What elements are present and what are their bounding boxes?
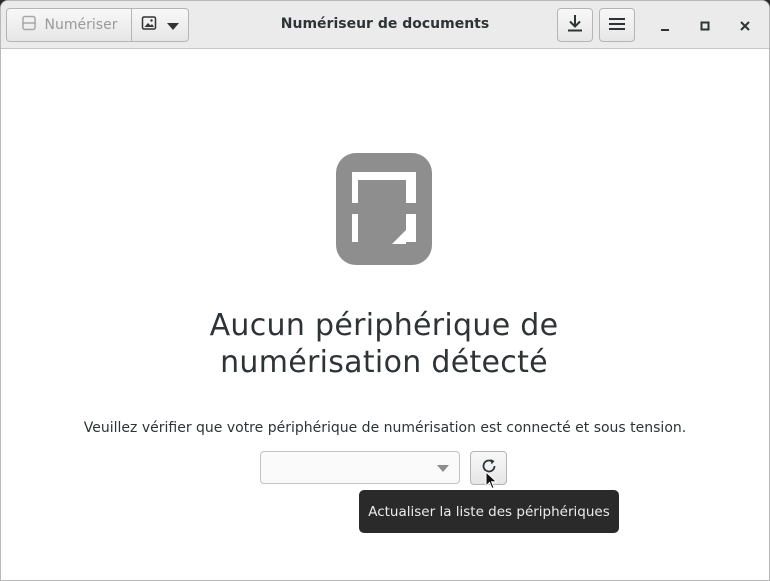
- scanner-document-icon: [334, 152, 432, 265]
- refresh-tooltip: Actualiser la liste des périphériques: [359, 490, 619, 533]
- save-button[interactable]: [557, 8, 593, 42]
- headerbar: Numériser Numériseur de documents: [1, 1, 769, 49]
- maximize-button[interactable]: [691, 11, 719, 39]
- main-content: Aucun périphérique de numérisation détec…: [1, 49, 769, 580]
- chevron-down-icon: [437, 465, 449, 472]
- scan-button[interactable]: Numériser: [6, 8, 132, 42]
- close-icon: [740, 16, 750, 35]
- download-icon: [567, 14, 583, 36]
- heading-line-2: numérisation détecté: [220, 345, 548, 380]
- instruction-text: Veuillez vérifier que votre périphérique…: [83, 420, 687, 436]
- device-select[interactable]: [260, 451, 460, 484]
- chevron-down-icon: [167, 16, 179, 35]
- image-icon: [141, 15, 157, 35]
- scanner-icon: [21, 15, 37, 35]
- heading-line-1: Aucun périphérique de: [209, 308, 559, 343]
- minimize-icon: [660, 16, 670, 35]
- app-window: Numériser Numériseur de documents Aucun …: [0, 0, 770, 581]
- scan-button-label: Numériser: [44, 17, 118, 33]
- mouse-pointer-icon: [485, 470, 499, 491]
- menu-button[interactable]: [599, 8, 635, 42]
- minimize-button[interactable]: [651, 11, 679, 39]
- no-device-heading: Aucun périphérique de numérisation détec…: [101, 307, 667, 381]
- hamburger-menu-icon: [609, 16, 625, 35]
- maximize-icon: [700, 16, 710, 35]
- close-button[interactable]: [731, 11, 759, 39]
- scan-type-button[interactable]: [131, 8, 189, 42]
